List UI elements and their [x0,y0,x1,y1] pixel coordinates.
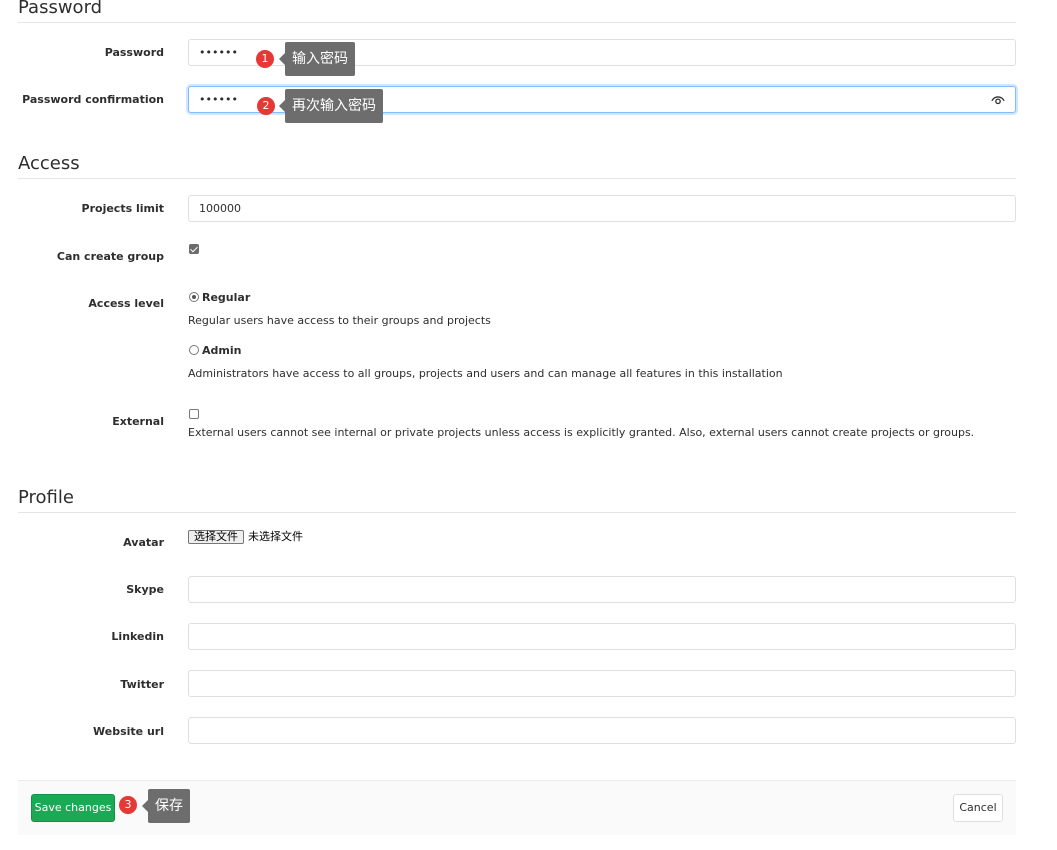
avatar-label: Avatar [123,536,164,549]
projects-limit-value: 100000 [199,202,241,215]
website-url-input[interactable] [188,717,1016,744]
regular-help-text: Regular users have access to their group… [188,314,491,327]
cancel-button[interactable]: Cancel [953,794,1003,822]
website-url-label: Website url [93,725,164,738]
twitter-label: Twitter [120,678,164,691]
section-divider [18,512,1016,513]
linkedin-input[interactable] [188,623,1016,650]
external-help-text: External users cannot see internal or pr… [188,426,975,439]
password-confirmation-label: Password confirmation [22,93,164,106]
password-value: •••••• [199,46,238,59]
access-level-label: Access level [88,297,164,310]
annotation-badge-2: 2 [257,97,275,115]
annotation-badge-1: 1 [256,50,274,68]
annotation-badge-3: 3 [119,796,137,814]
skype-input[interactable] [188,576,1016,603]
external-label: External [112,415,164,428]
projects-limit-label: Projects limit [81,202,164,215]
choose-file-button[interactable]: 选择文件 [188,530,244,544]
eye-icon[interactable] [991,93,1005,107]
projects-limit-input[interactable]: 100000 [188,195,1016,222]
access-level-admin-radio[interactable] [189,345,199,355]
admin-help-text: Administrators have access to all groups… [188,367,783,380]
password-label: Password [104,46,164,59]
annotation-tip-3: 保存 [142,789,190,823]
regular-option-title: Regular [202,291,251,304]
annotation-tip-1: 输入密码 [279,42,355,76]
can-create-group-label: Can create group [56,250,164,263]
password-confirmation-value: •••••• [199,93,238,106]
annotation-tip-2: 再次输入密码 [279,89,383,123]
section-divider [18,178,1016,179]
section-divider [18,22,1016,23]
access-section-title: Access [18,153,80,174]
external-checkbox[interactable] [189,409,199,419]
password-section-title: Password [18,0,103,18]
no-file-chosen-text: 未选择文件 [248,530,303,543]
admin-option-title: Admin [202,344,242,357]
profile-section-title: Profile [18,487,74,508]
can-create-group-checkbox[interactable] [189,244,199,254]
skype-label: Skype [126,583,164,596]
linkedin-label: Linkedin [111,630,164,643]
twitter-input[interactable] [188,670,1016,697]
access-level-regular-radio[interactable] [189,292,199,302]
save-changes-button[interactable]: Save changes [31,794,115,822]
